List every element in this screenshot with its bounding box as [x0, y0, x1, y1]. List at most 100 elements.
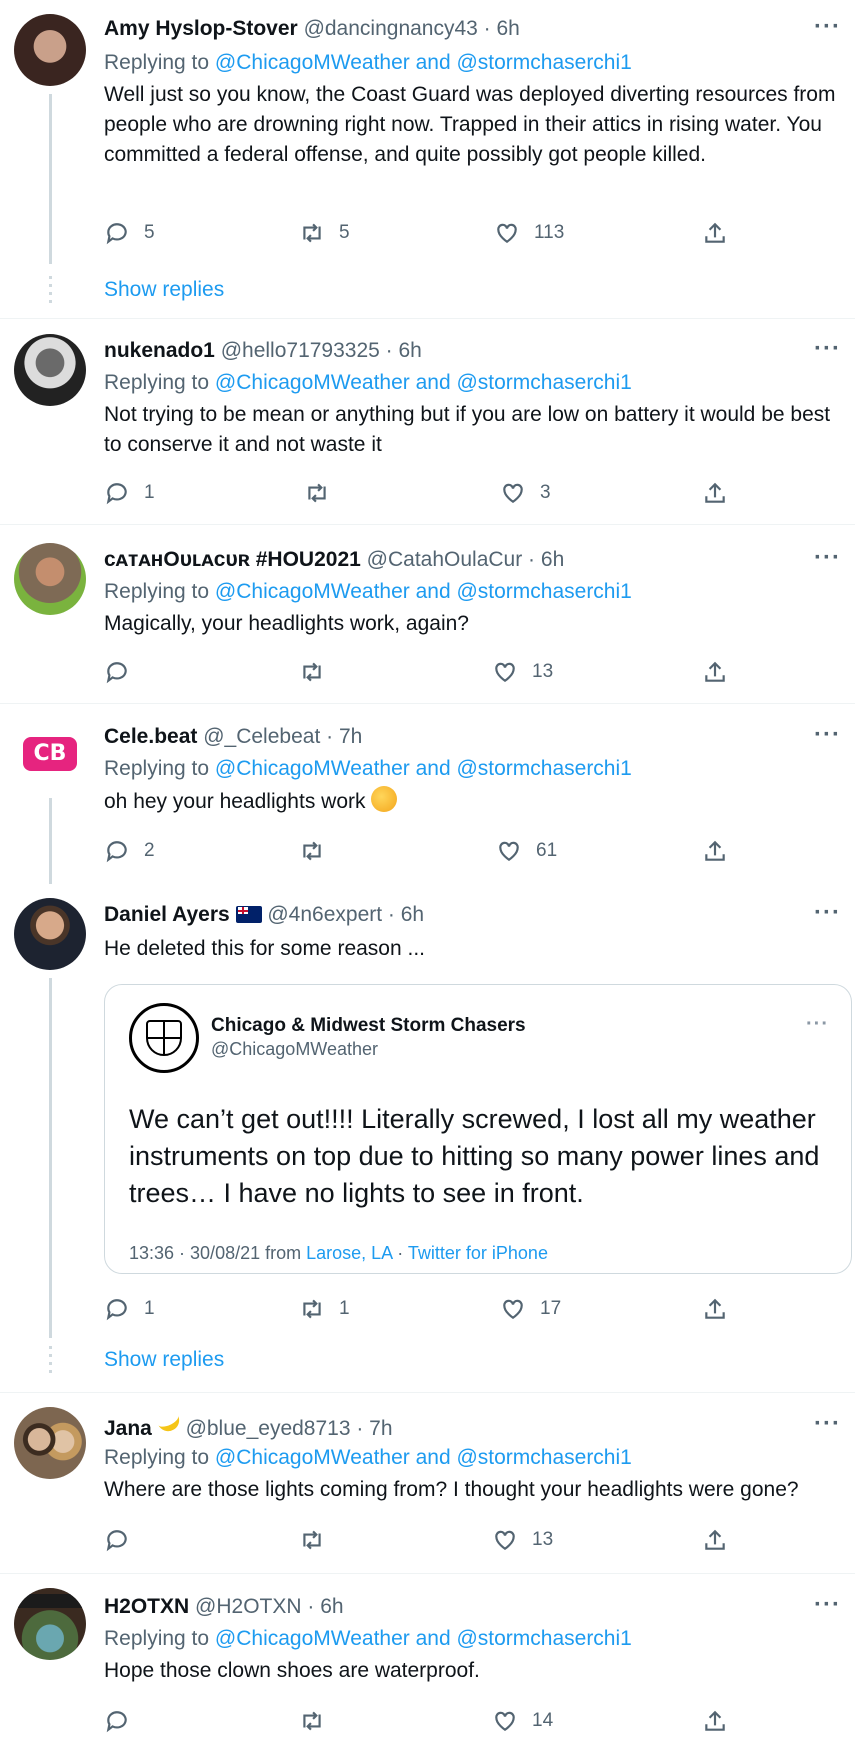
tweet-text: He deleted this for some reason ...: [104, 937, 425, 960]
avatar[interactable]: [14, 543, 86, 615]
more-options-icon[interactable]: ···: [814, 336, 841, 362]
heart-icon: [497, 223, 517, 243]
reply-button[interactable]: 1: [104, 478, 155, 508]
show-replies-link[interactable]: Show replies: [104, 278, 224, 302]
avatar[interactable]: [14, 1407, 86, 1479]
tweet[interactable]: Daniel Ayers @4n6expert · 6h ··· He dele…: [0, 884, 855, 1392]
reply-button[interactable]: [104, 1525, 144, 1555]
more-options-icon[interactable]: ···: [814, 1592, 841, 1618]
tweet[interactable]: Jana @blue_eyed8713 · 7h ··· Replying to…: [0, 1393, 855, 1573]
avatar[interactable]: CB: [14, 718, 86, 790]
more-options-icon[interactable]: ···: [814, 14, 841, 40]
reply-button[interactable]: 2: [104, 836, 155, 866]
like-button[interactable]: 14: [492, 1706, 553, 1736]
share-button[interactable]: [702, 836, 728, 866]
author-handle[interactable]: @CatahOulaCur · 6h: [367, 548, 565, 571]
author-handle[interactable]: @4n6expert · 6h: [267, 903, 424, 926]
action-bar: 2 61: [104, 836, 744, 866]
more-options-icon[interactable]: ···: [814, 1411, 841, 1437]
author-name[interactable]: Daniel Ayers: [104, 903, 230, 926]
show-replies-link[interactable]: Show replies: [104, 1348, 224, 1372]
replying-to-label: Replying to: [104, 580, 210, 603]
author-handle[interactable]: @_Celebeat · 7h: [203, 725, 362, 748]
quoted-avatar[interactable]: [129, 1003, 199, 1073]
retweet-button[interactable]: 5: [299, 218, 350, 248]
action-bar: 14: [104, 1706, 744, 1736]
retweet-button[interactable]: [299, 1706, 339, 1736]
more-options-icon[interactable]: ···: [814, 900, 841, 926]
avatar-caption: [14, 1594, 86, 1608]
tweet[interactable]: ᴄᴀᴛᴀʜOᴜʟᴀᴄᴜʀ #HOU2021 @CatahOulaCur · 6h…: [0, 525, 855, 703]
retweet-button[interactable]: [299, 1525, 339, 1555]
share-button[interactable]: [702, 218, 728, 248]
quoted-author-name[interactable]: Chicago & Midwest Storm Chasers: [211, 1015, 526, 1037]
reply-mentions[interactable]: @ChicagoMWeather and @stormchaserchi1: [215, 580, 632, 603]
share-button[interactable]: [702, 1525, 728, 1555]
author-handle[interactable]: @dancingnancy43 · 6h: [304, 17, 520, 40]
author-name[interactable]: H2OTXN: [104, 1595, 189, 1618]
tweet[interactable]: nukenado1 @hello71793325 · 6h ··· Replyi…: [0, 319, 855, 524]
quoted-author-handle[interactable]: @ChicagoMWeather: [211, 1039, 378, 1060]
author-handle[interactable]: @hello71793325 · 6h: [221, 339, 422, 362]
retweet-button[interactable]: 1: [299, 1294, 350, 1324]
quoted-more-icon[interactable]: ···: [806, 1013, 829, 1036]
like-count: 14: [532, 1710, 554, 1731]
avatar[interactable]: [14, 334, 86, 406]
retweet-button[interactable]: [304, 478, 344, 508]
like-button[interactable]: 113: [494, 218, 564, 248]
reply-icon: [106, 841, 127, 863]
reply-mentions[interactable]: @ChicagoMWeather and @stormchaserchi1: [215, 757, 632, 780]
retweet-button[interactable]: [299, 657, 339, 687]
tweet-text: Where are those lights coming from? I th…: [104, 1478, 799, 1501]
reply-icon: [106, 1711, 127, 1733]
share-button[interactable]: [702, 1294, 728, 1324]
share-icon: [705, 840, 725, 861]
tweet-text: Well just so you know, the Coast Guard w…: [104, 83, 836, 166]
heart-icon: [495, 662, 515, 682]
like-button[interactable]: 61: [496, 836, 557, 866]
share-button[interactable]: [702, 1706, 728, 1736]
reply-button[interactable]: 1: [104, 1294, 155, 1324]
like-button[interactable]: 13: [492, 657, 553, 687]
author-name[interactable]: Amy Hyslop-Stover: [104, 17, 298, 40]
action-bar: 5 5 113: [104, 218, 744, 248]
share-button[interactable]: [702, 657, 728, 687]
share-button[interactable]: [702, 478, 728, 508]
author-name[interactable]: Cele.beat: [104, 725, 197, 748]
retweet-count: 5: [339, 222, 350, 243]
avatar[interactable]: [14, 14, 86, 86]
author-handle[interactable]: @blue_eyed8713 · 7h: [186, 1417, 393, 1440]
action-bar: 13: [104, 657, 744, 687]
reply-button[interactable]: [104, 1706, 144, 1736]
author-handle[interactable]: @H2OTXN · 6h: [195, 1595, 344, 1618]
like-count: 13: [532, 1529, 554, 1550]
author-name[interactable]: ᴄᴀᴛᴀʜOᴜʟᴀᴄᴜʀ #HOU2021: [104, 548, 361, 571]
like-button[interactable]: 3: [500, 478, 551, 508]
avatar[interactable]: [14, 898, 86, 970]
like-button[interactable]: 17: [500, 1294, 561, 1324]
quoted-client-link[interactable]: Twitter for iPhone: [408, 1243, 548, 1263]
reply-button[interactable]: 5: [104, 218, 155, 248]
reply-mentions[interactable]: @ChicagoMWeather and @stormchaserchi1: [215, 51, 632, 74]
author-name[interactable]: nukenado1: [104, 339, 215, 362]
tweet[interactable]: H2OTXN @H2OTXN · 6h ··· Replying to @Chi…: [0, 1574, 855, 1761]
quoted-location-link[interactable]: Larose, LA: [306, 1243, 392, 1263]
reply-mentions[interactable]: @ChicagoMWeather and @stormchaserchi1: [215, 1627, 632, 1650]
quoted-tweet[interactable]: Chicago & Midwest Storm Chasers @Chicago…: [104, 984, 852, 1274]
reply-mentions[interactable]: @ChicagoMWeather and @stormchaserchi1: [215, 1446, 632, 1469]
retweet-button[interactable]: [299, 836, 339, 866]
like-count: 61: [536, 840, 558, 861]
thread-line: [49, 978, 52, 1338]
reply-mentions[interactable]: @ChicagoMWeather and @stormchaserchi1: [215, 371, 632, 394]
retweet-icon: [303, 1530, 321, 1550]
reply-button[interactable]: [104, 657, 144, 687]
more-options-icon[interactable]: ···: [814, 545, 841, 571]
replying-to-label: Replying to: [104, 1446, 210, 1469]
more-options-icon[interactable]: ···: [814, 722, 841, 748]
like-button[interactable]: 13: [492, 1525, 553, 1555]
tweet[interactable]: Amy Hyslop-Stover @dancingnancy43 · 6h ·…: [0, 0, 855, 318]
avatar[interactable]: [14, 1588, 86, 1660]
author-name[interactable]: Jana: [104, 1417, 152, 1440]
tweet[interactable]: CB Cele.beat @_Celebeat · 7h ··· Replyin…: [0, 704, 855, 884]
storm-chasers-logo: [146, 1020, 182, 1056]
